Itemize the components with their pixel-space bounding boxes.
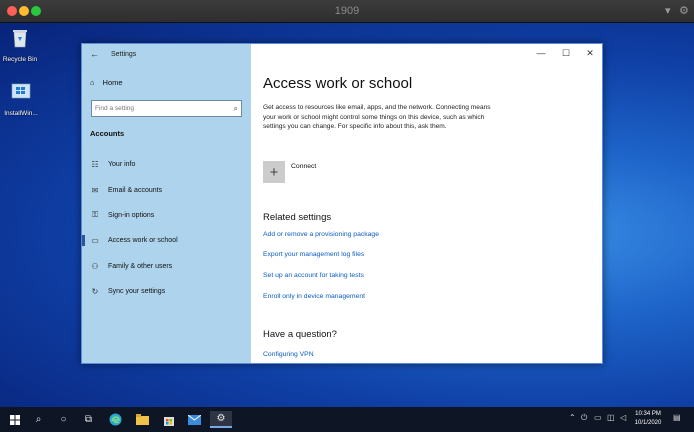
related-settings-heading: Related settings	[263, 212, 332, 223]
sidebar-item-your-info[interactable]: ☷ Your info	[90, 157, 135, 171]
connect-label: Connect	[291, 163, 317, 170]
notifications-icon[interactable]: ▤	[673, 413, 681, 422]
sidebar-item-label: Your info	[108, 160, 136, 168]
host-title: 1909	[334, 5, 360, 17]
link-enroll-device[interactable]: Enroll only in device management	[263, 293, 365, 300]
desktop-icon-label: InstallWin...	[4, 110, 38, 117]
search-input[interactable]: Find a setting ⌕	[91, 100, 242, 117]
gear-icon[interactable]: ⚙	[679, 4, 689, 17]
minimize-button[interactable]: —	[530, 48, 552, 58]
windows-logo-icon	[9, 414, 20, 425]
settings-sidebar: ← Settings ⌂ Home Find a setting ⌕ Accou…	[82, 44, 251, 363]
briefcase-icon: ▭	[91, 235, 99, 245]
recycle-bin-icon	[13, 30, 27, 48]
link-provisioning-package[interactable]: Add or remove a provisioning package	[263, 231, 379, 238]
store-icon[interactable]	[160, 411, 177, 428]
selected-indicator	[82, 235, 85, 246]
link-test-account[interactable]: Set up an account for taking tests	[263, 272, 364, 279]
home-icon: ⌂	[90, 78, 95, 87]
windows-installer-icon	[11, 83, 31, 99]
start-button[interactable]	[6, 411, 23, 428]
system-clock[interactable]: 10:34 PM 10/1/2020	[630, 410, 666, 428]
file-explorer-icon[interactable]	[134, 411, 151, 428]
power-plug-icon[interactable]: ⏻	[581, 413, 587, 423]
maximize-button[interactable]: ☐	[555, 48, 577, 59]
key-icon: ⚿	[91, 210, 99, 219]
sidebar-item-sync-settings[interactable]: ↻ Sync your settings	[90, 284, 166, 298]
chevron-up-icon[interactable]: ⌃	[569, 413, 576, 422]
sidebar-item-label: Family & other users	[108, 262, 173, 270]
search-icon[interactable]: ⌕	[30, 411, 47, 428]
page-description: Get access to resources like email, apps…	[263, 104, 491, 130]
clock-date: 10/1/2020	[634, 420, 662, 426]
desktop-icon-label: Recycle Bin	[2, 56, 38, 63]
installwin-shortcut[interactable]: InstallWin...	[1, 81, 41, 117]
app-title: Settings	[111, 50, 137, 58]
close-button[interactable]: ✕	[579, 48, 601, 59]
cortana-icon[interactable]: ○	[55, 411, 72, 428]
sync-icon: ↻	[91, 286, 99, 296]
home-label: Home	[102, 78, 123, 87]
mail-icon[interactable]	[186, 411, 203, 428]
sidebar-item-sign-in-options[interactable]: ⚿ Sign-in options	[90, 208, 154, 222]
task-view-icon[interactable]: ⧉	[80, 411, 97, 428]
link-configuring-vpn[interactable]: Configuring VPN	[263, 351, 314, 358]
plus-icon: +	[263, 161, 285, 183]
edge-icon[interactable]	[107, 411, 124, 428]
sidebar-item-label: Sync your settings	[108, 287, 166, 295]
settings-window: ← Settings ⌂ Home Find a setting ⌕ Accou…	[81, 43, 603, 364]
people-icon: ⚇	[91, 261, 99, 271]
volume-icon[interactable]: ◁	[620, 413, 626, 422]
battery-icon[interactable]: ▭	[594, 413, 602, 422]
sidebar-item-label: Sign-in options	[108, 211, 155, 219]
sidebar-item-access-work-school[interactable]: ▭ Access work or school	[90, 233, 178, 247]
recycle-bin-shortcut[interactable]: Recycle Bin	[0, 27, 40, 63]
host-titlebar: 1909 ▾ ⚙	[0, 0, 694, 23]
sidebar-item-family-users[interactable]: ⚇ Family & other users	[90, 259, 172, 273]
link-export-logs[interactable]: Export your management log files	[263, 251, 364, 258]
network-icon[interactable]: ◫	[607, 413, 615, 422]
question-heading: Have a question?	[263, 329, 337, 340]
clock-time: 10:34 PM	[635, 411, 661, 417]
page-title: Access work or school	[263, 75, 413, 92]
sidebar-item-email-accounts[interactable]: ✉ Email & accounts	[90, 183, 162, 197]
taskbar: ⌕ ○ ⧉ ⚙ ⌃ ⏻ ▭ ◫ ◁ 10:34 PM 10/1/2020 ▤	[0, 407, 694, 432]
window-header: ← Settings	[90, 49, 136, 59]
mail-icon: ✉	[91, 185, 99, 195]
sidebar-item-label: Email & accounts	[108, 186, 163, 194]
dropdown-icon[interactable]: ▾	[665, 4, 671, 17]
settings-taskbar-icon[interactable]: ⚙	[210, 411, 232, 428]
sidebar-item-home[interactable]: ⌂ Home	[90, 78, 123, 87]
desktop: Recycle Bin InstallWin... ← Settings ⌂ H…	[0, 23, 694, 407]
search-icon[interactable]: ⌕	[234, 104, 238, 114]
sidebar-item-label: Access work or school	[108, 236, 178, 244]
settings-main-pane: — ☐ ✕ Access work or school Get access t…	[251, 44, 603, 363]
section-title: Accounts	[90, 129, 125, 138]
search-placeholder: Find a setting	[95, 105, 135, 112]
person-card-icon: ☷	[91, 159, 99, 169]
connect-button[interactable]: + Connect	[263, 161, 316, 183]
back-arrow-icon[interactable]: ←	[90, 49, 99, 59]
